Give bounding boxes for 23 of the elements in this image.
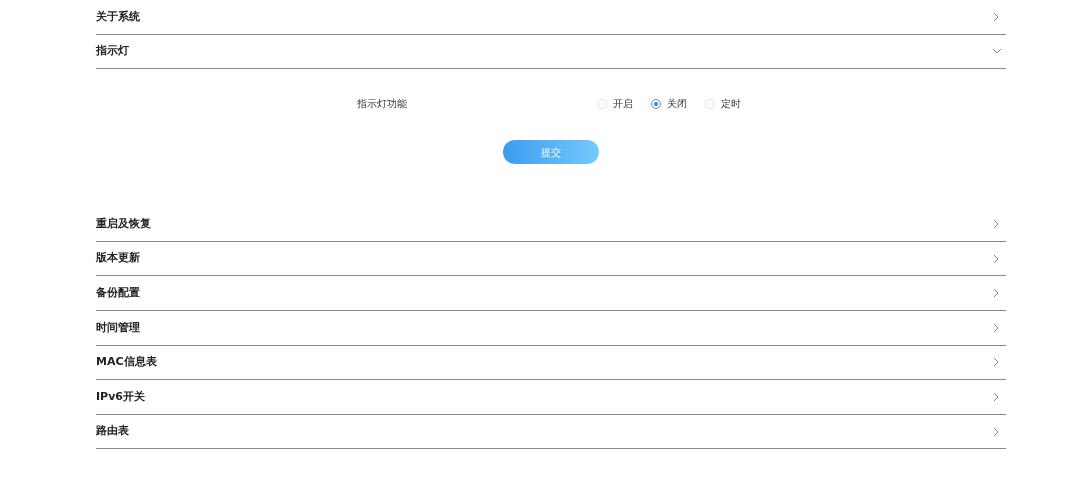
chevron-right-icon[interactable] — [992, 357, 1000, 368]
section-title[interactable]: 版本更新 — [96, 250, 140, 267]
chevron-right-icon[interactable] — [992, 322, 1000, 333]
chevron-right-icon[interactable] — [992, 11, 1000, 22]
option-label[interactable]: 关闭 — [667, 96, 687, 112]
chevron-down-icon[interactable] — [992, 47, 1002, 56]
chevron-right-icon[interactable] — [992, 391, 1000, 402]
section-title[interactable]: 重启及恢复 — [96, 215, 151, 233]
section-title[interactable]: 备份配置 — [96, 284, 140, 302]
section-title[interactable]: 指示灯 — [96, 43, 129, 60]
section-title[interactable]: 时间管理 — [96, 319, 140, 336]
chevron-right-icon[interactable] — [992, 219, 1000, 229]
option-label[interactable]: 开启 — [613, 96, 633, 112]
section-title[interactable]: 路由表 — [96, 423, 129, 440]
radio-button[interactable] — [651, 98, 661, 109]
option-label[interactable]: 定时 — [721, 96, 741, 112]
chevron-right-icon[interactable] — [992, 288, 1000, 299]
chevron-right-icon[interactable] — [992, 426, 1000, 437]
section-title[interactable]: MAC信息表 — [96, 354, 157, 371]
chevron-right-icon[interactable] — [992, 253, 1000, 264]
field-label: 指示灯功能 — [356, 97, 407, 112]
section-title[interactable]: IPv6开关 — [96, 388, 145, 406]
section-title[interactable]: 关于系统 — [96, 8, 140, 26]
